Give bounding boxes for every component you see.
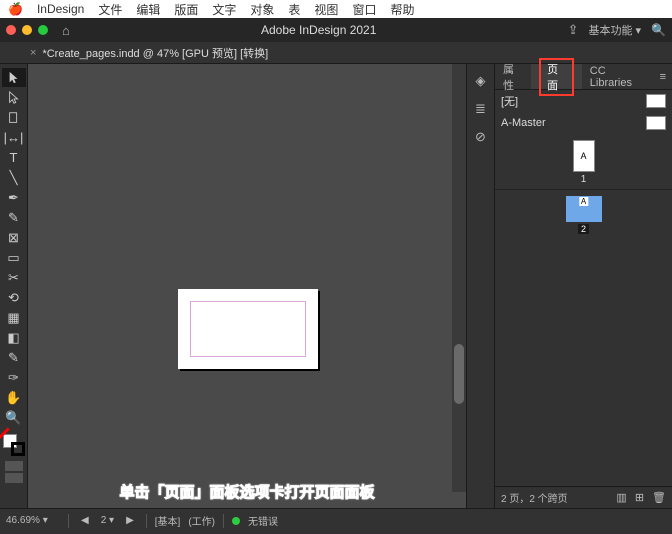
gradient-feather-tool[interactable]: ◧ — [2, 328, 26, 347]
basic-label: [基本] — [155, 513, 181, 528]
mac-menubar: 🍎 InDesign 文件 编辑 版面 文字 对象 表 视图 窗口 帮助 — [0, 0, 672, 18]
close-window[interactable] — [6, 25, 16, 35]
zoom-level[interactable]: 46.69% ▾ — [6, 515, 60, 526]
collapsed-panels-strip: ◈ ≣ ⊘ — [466, 64, 494, 508]
menu-view[interactable]: 视图 — [314, 1, 338, 18]
document-tab-label: *Create_pages.indd @ 47% [GPU 预览] [转换] — [42, 45, 268, 61]
pages-panel-footer: 2 页，2 个跨页 ▥ ⊞ 🗑 — [495, 486, 672, 508]
pages-thumbnails-section: A 2 — [495, 190, 672, 486]
delete-page-icon[interactable]: 🗑 — [652, 491, 666, 504]
menu-object[interactable]: 对象 — [250, 1, 274, 18]
apple-menu[interactable]: 🍎 — [8, 2, 23, 16]
app-titlebar: ⌂ Adobe InDesign 2021 ⇪ 基本功能 ▾ 🔍 — [0, 18, 672, 42]
stroke-swatch[interactable] — [11, 442, 25, 456]
minimize-window[interactable] — [22, 25, 32, 35]
gap-tool[interactable]: |↔| — [2, 128, 26, 147]
menu-file[interactable]: 文件 — [98, 1, 122, 18]
work-label: (工作) — [188, 513, 215, 528]
menu-help[interactable]: 帮助 — [390, 1, 414, 18]
search-icon[interactable]: 🔍 — [651, 23, 666, 37]
maximize-window[interactable] — [38, 25, 48, 35]
menu-table[interactable]: 表 — [288, 1, 300, 18]
status-bar: 46.69% ▾ ◀ 2 ▾ ▶ [基本] (工作) 无错误 — [0, 508, 672, 532]
selection-tool[interactable] — [2, 68, 26, 87]
tab-pages[interactable]: 页面 — [531, 64, 582, 89]
master-none-row[interactable]: [无] — [495, 90, 672, 112]
master-a-row[interactable]: A-Master — [495, 112, 672, 134]
menu-type[interactable]: 文字 — [212, 1, 236, 18]
free-transform-tool[interactable]: ⟲ — [2, 288, 26, 307]
menu-edit[interactable]: 编辑 — [136, 1, 160, 18]
hand-tool[interactable]: ✋ — [2, 388, 26, 407]
vertical-scrollbar[interactable] — [452, 64, 466, 492]
scissors-tool[interactable]: ✂ — [2, 268, 26, 287]
page-margin-guide — [190, 301, 306, 357]
type-tool[interactable]: T — [2, 148, 26, 167]
links-panel-icon[interactable]: ⊘ — [472, 128, 490, 146]
panel-tabs: 属性 页面 CC Libraries ≡ — [495, 64, 672, 90]
app-menu[interactable]: InDesign — [37, 2, 84, 16]
line-tool[interactable]: ╲ — [2, 168, 26, 187]
next-spread-icon[interactable]: ▶ — [122, 515, 138, 526]
direct-selection-tool[interactable] — [2, 88, 26, 107]
document-tab[interactable]: × *Create_pages.indd @ 47% [GPU 预览] [转换] — [30, 45, 268, 61]
page-thumb-2[interactable]: A 2 — [566, 196, 602, 235]
page-spread[interactable] — [178, 289, 318, 369]
scrollbar-thumb[interactable] — [454, 344, 464, 404]
master-thumb-1[interactable]: A 1 — [573, 140, 595, 185]
home-icon[interactable]: ⌂ — [62, 23, 70, 38]
page-navigator[interactable]: 2 ▾ — [101, 515, 114, 526]
workspace-switcher[interactable]: 基本功能 ▾ — [588, 22, 641, 38]
menu-layout[interactable]: 版面 — [174, 1, 198, 18]
tab-cc-libraries[interactable]: CC Libraries — [582, 64, 654, 89]
tab-properties[interactable]: 属性 — [495, 64, 531, 89]
properties-panel-icon[interactable]: ◈ — [472, 72, 490, 90]
prev-spread-icon[interactable]: ◀ — [77, 515, 93, 526]
layers-panel-icon[interactable]: ≣ — [472, 100, 490, 118]
new-page-icon[interactable]: ⊞ — [635, 491, 644, 504]
pen-tool[interactable]: ✒ — [2, 188, 26, 207]
note-tool[interactable]: ✎ — [2, 348, 26, 367]
page-thumbnail[interactable]: A — [566, 196, 602, 222]
edit-page-size-icon[interactable]: ▥ — [616, 491, 626, 504]
preflight-status-icon[interactable] — [232, 517, 240, 525]
page-number-badge: 2 — [578, 224, 589, 234]
rectangle-frame-tool[interactable]: ⊠ — [2, 228, 26, 247]
fill-stroke-swatch[interactable] — [3, 434, 25, 456]
close-tab-icon[interactable]: × — [30, 47, 36, 59]
pencil-tool[interactable]: ✎ — [2, 208, 26, 227]
master-a-thumb — [646, 116, 666, 130]
zoom-tool[interactable]: 🔍 — [2, 408, 26, 427]
document-canvas[interactable]: 单击「页面」面板选项卡打开页面面板 — [28, 64, 466, 508]
gradient-swatch-tool[interactable]: ▦ — [2, 308, 26, 327]
panel-menu-icon[interactable]: ≡ — [654, 71, 672, 83]
page-tool[interactable] — [2, 108, 26, 127]
tools-panel: |↔| T ╲ ✒ ✎ ⊠ ▭ ✂ ⟲ ▦ ◧ ✎ ✑ ✋ 🔍 — [0, 64, 28, 508]
eyedropper-tool[interactable]: ✑ — [2, 368, 26, 387]
share-icon[interactable]: ⇪ — [568, 22, 579, 38]
app-title: Adobe InDesign 2021 — [76, 23, 562, 37]
master-pages-section: [无] A-Master A 1 — [495, 90, 672, 190]
rectangle-tool[interactable]: ▭ — [2, 248, 26, 267]
master-none-thumb — [646, 94, 666, 108]
tutorial-annotation: 单击「页面」面板选项卡打开页面面板 — [119, 481, 374, 502]
pages-count-label: 2 页，2 个跨页 — [501, 490, 608, 505]
preflight-errors-label[interactable]: 无错误 — [248, 513, 278, 528]
pages-panel: 属性 页面 CC Libraries ≡ [无] A-Master A 1 — [494, 64, 672, 508]
window-controls — [6, 25, 48, 35]
menu-window[interactable]: 窗口 — [352, 1, 376, 18]
color-mode-icons[interactable] — [5, 461, 23, 483]
